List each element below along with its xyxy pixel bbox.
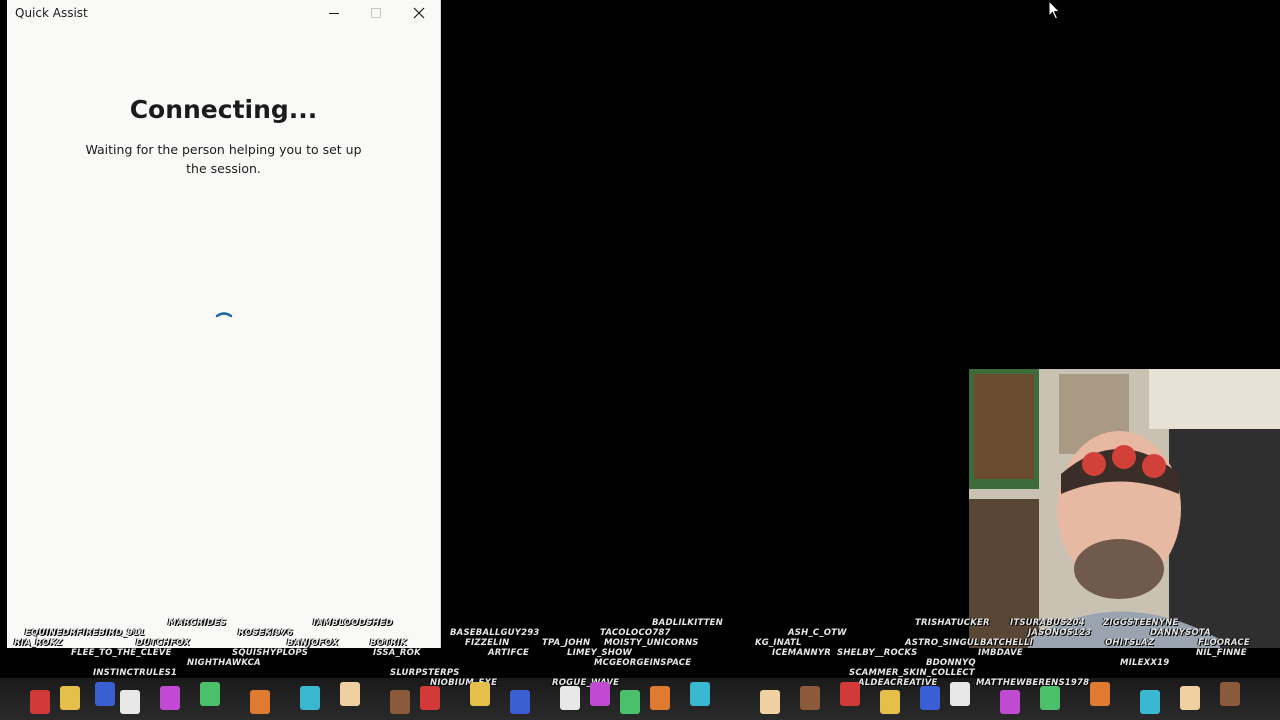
- viewer-name: NIGHTHAWKCA: [187, 658, 261, 668]
- viewer-avatar: [250, 690, 270, 714]
- maximize-button: [355, 0, 397, 27]
- viewer-avatar: [620, 690, 640, 714]
- viewer-name: SQUISHYPLOPS: [232, 648, 309, 658]
- viewer-name: ZIGGSTEENYNE: [1103, 618, 1179, 628]
- viewer-avatar: [1180, 686, 1200, 710]
- viewer-name: OHITSLAZ: [1105, 638, 1155, 648]
- viewer-avatar: [920, 686, 940, 710]
- viewer-name: DUTCHFOX: [136, 638, 190, 648]
- viewer-name: BANJOFOX: [287, 638, 339, 648]
- viewer-name: ITSURABUS204: [1010, 618, 1085, 628]
- viewer-name: MOISTY_UNICORNS: [604, 638, 699, 648]
- viewer-avatar: [420, 686, 440, 710]
- viewer-avatar: [95, 682, 115, 706]
- viewer-avatar: [340, 682, 360, 706]
- viewer-name: ROSEKI976: [238, 628, 293, 638]
- viewer-avatar: [1220, 682, 1240, 706]
- viewer-name: MCGEORGEINSPACE: [594, 658, 692, 668]
- viewer-avatar: [390, 690, 410, 714]
- viewer-avatar: [690, 682, 710, 706]
- viewer-avatar: [950, 682, 970, 706]
- viewer-name: MILEXX19: [1120, 658, 1170, 668]
- viewer-name: BASEBALLGUY293: [450, 628, 540, 638]
- maximize-icon: [371, 8, 381, 18]
- viewer-name: IMBDAVE: [978, 648, 1023, 658]
- viewer-name: LIMEY_SHOW: [567, 648, 633, 658]
- viewer-avatar: [650, 686, 670, 710]
- viewer-avatar: [800, 686, 820, 710]
- waiting-message: Waiting for the person helping you to se…: [85, 142, 362, 176]
- viewer-name: TPA_JOHN: [542, 638, 591, 648]
- viewer-name: MARCRIDES: [168, 618, 227, 628]
- viewer-avatar: [760, 690, 780, 714]
- viewer-name: DANNYSOTA: [1150, 628, 1211, 638]
- viewer-name: EQUINEDRFIREBIRD_911: [25, 628, 146, 638]
- mouse-cursor-icon: [1048, 0, 1062, 24]
- viewer-name: ISSA_ROK: [373, 648, 421, 658]
- viewer-avatar: [470, 682, 490, 706]
- viewer-avatar: [120, 690, 140, 714]
- viewer-avatar: [160, 686, 180, 710]
- viewer-name: BADLILKITTEN: [652, 618, 723, 628]
- viewer-name: JASONOS123: [1028, 628, 1092, 638]
- viewer-avatar: [590, 682, 610, 706]
- viewer-name: BATCHELLI: [980, 638, 1033, 648]
- viewer-name: SHELBY__ROCKS: [837, 648, 918, 658]
- viewer-avatar: [200, 682, 220, 706]
- viewer-name: TACOLOCO787: [600, 628, 671, 638]
- window-title: Quick Assist: [15, 6, 88, 20]
- viewer-avatar: [1000, 690, 1020, 714]
- quick-assist-window: Quick Assist Connecting... Waiting for t…: [7, 0, 441, 648]
- viewer-avatar: [1040, 686, 1060, 710]
- loading-spinner-icon: [212, 306, 236, 334]
- viewer-name: KG_INATL: [755, 638, 802, 648]
- viewer-name: NIL_FINNE: [1196, 648, 1247, 658]
- viewer-name: TRISHATUCKER: [915, 618, 990, 628]
- viewer-name: BDONNYQ: [926, 658, 976, 668]
- viewer-avatar: [300, 686, 320, 710]
- viewer-name: SLURPSTERPS: [390, 668, 460, 678]
- close-button[interactable]: [398, 0, 440, 27]
- viewer-name: FLOORACE: [1198, 638, 1250, 648]
- viewer-avatar: [840, 682, 860, 706]
- minimize-button[interactable]: [313, 0, 355, 27]
- viewer-name: ASH_C_OTW: [788, 628, 847, 638]
- viewer-name: ICEMANNYR: [772, 648, 831, 658]
- viewer-avatar: [60, 686, 80, 710]
- viewer-name: SCAMMER_SKIN_COLLECT: [849, 668, 975, 678]
- viewer-name: ARTIFCE: [488, 648, 529, 658]
- viewer-name: BOTRIK: [370, 638, 407, 648]
- close-icon: [413, 7, 425, 19]
- viewer-avatar: [880, 690, 900, 714]
- viewer-name: FLEE_TO_THE_CLEVE: [71, 648, 172, 658]
- viewer-name: MATTHEWBERENS1978: [976, 678, 1090, 688]
- minimize-icon: [329, 13, 339, 14]
- viewer-name: IAMBLOODSHED: [313, 618, 393, 628]
- viewer-name: FIZZELIN: [465, 638, 510, 648]
- connecting-heading: Connecting...: [129, 95, 318, 124]
- viewer-name: INSTINCTRULES1: [93, 668, 178, 678]
- title-bar[interactable]: Quick Assist: [7, 0, 440, 27]
- viewer-avatar: [510, 690, 530, 714]
- viewer-avatar: [1090, 682, 1110, 706]
- viewer-avatar: [560, 686, 580, 710]
- viewer-name: RIA_ROKZ: [14, 638, 63, 648]
- viewer-avatar: [30, 690, 50, 714]
- viewer-avatar: [1140, 690, 1160, 714]
